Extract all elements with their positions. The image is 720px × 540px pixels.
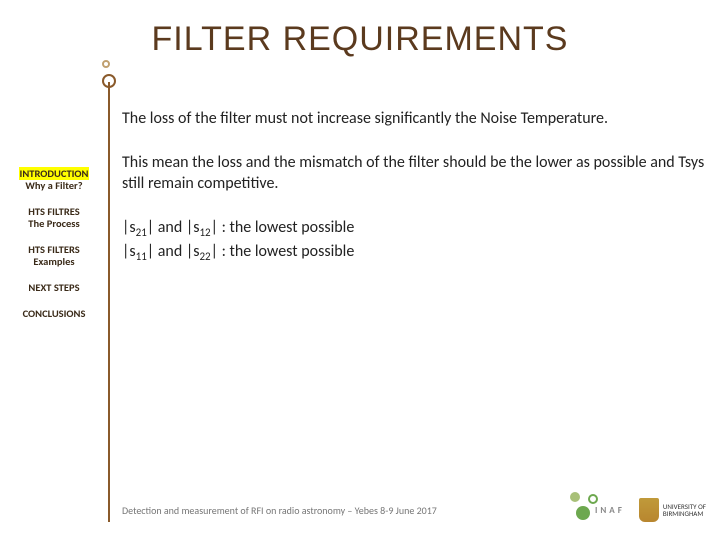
slide: FILTER REQUIREMENTS INTRODUCTION Why a F… <box>0 0 720 540</box>
separator-line <box>108 82 110 522</box>
footer-text: Detection and measurement of RFI on radi… <box>122 504 581 517</box>
nav-item-sublabel: Why a Filter? <box>0 180 108 192</box>
nav-item-sublabel: Examples <box>0 256 108 268</box>
uob-logo: UNIVERSITY OF BIRMINGHAM <box>639 498 706 522</box>
sidebar-nav: INTRODUCTION Why a Filter? HTS FILTRES T… <box>0 168 108 335</box>
crest-icon <box>639 498 659 522</box>
slide-body: The loss of the filter must not increase… <box>122 108 706 287</box>
slide-footer: Detection and measurement of RFI on radi… <box>122 498 706 522</box>
decor-ring-small <box>102 60 110 68</box>
nav-item-hts-filters: HTS FILTERS Examples <box>0 244 108 268</box>
body-sparams-1: |s21| and |s12| : the lowest possible |s… <box>122 217 706 265</box>
inaf-logo: INAF <box>595 505 625 516</box>
body-paragraph-2: This mean the loss and the mismatch of t… <box>122 152 706 195</box>
nav-item-hts-filtres: HTS FILTRES The Process <box>0 206 108 230</box>
body-paragraph-1: The loss of the filter must not increase… <box>122 108 706 130</box>
nav-item-conclusions: CONCLUSIONS <box>0 308 108 320</box>
nav-item-label: NEXT STEPS <box>0 282 108 294</box>
uob-logo-text: UNIVERSITY OF BIRMINGHAM <box>663 503 706 517</box>
nav-item-introduction: INTRODUCTION Why a Filter? <box>0 168 108 192</box>
nav-item-label: INTRODUCTION <box>19 167 90 180</box>
nav-item-next-steps: NEXT STEPS <box>0 282 108 294</box>
nav-item-label: CONCLUSIONS <box>0 308 108 320</box>
nav-item-sublabel: The Process <box>0 218 108 230</box>
slide-title: FILTER REQUIREMENTS <box>0 20 720 59</box>
